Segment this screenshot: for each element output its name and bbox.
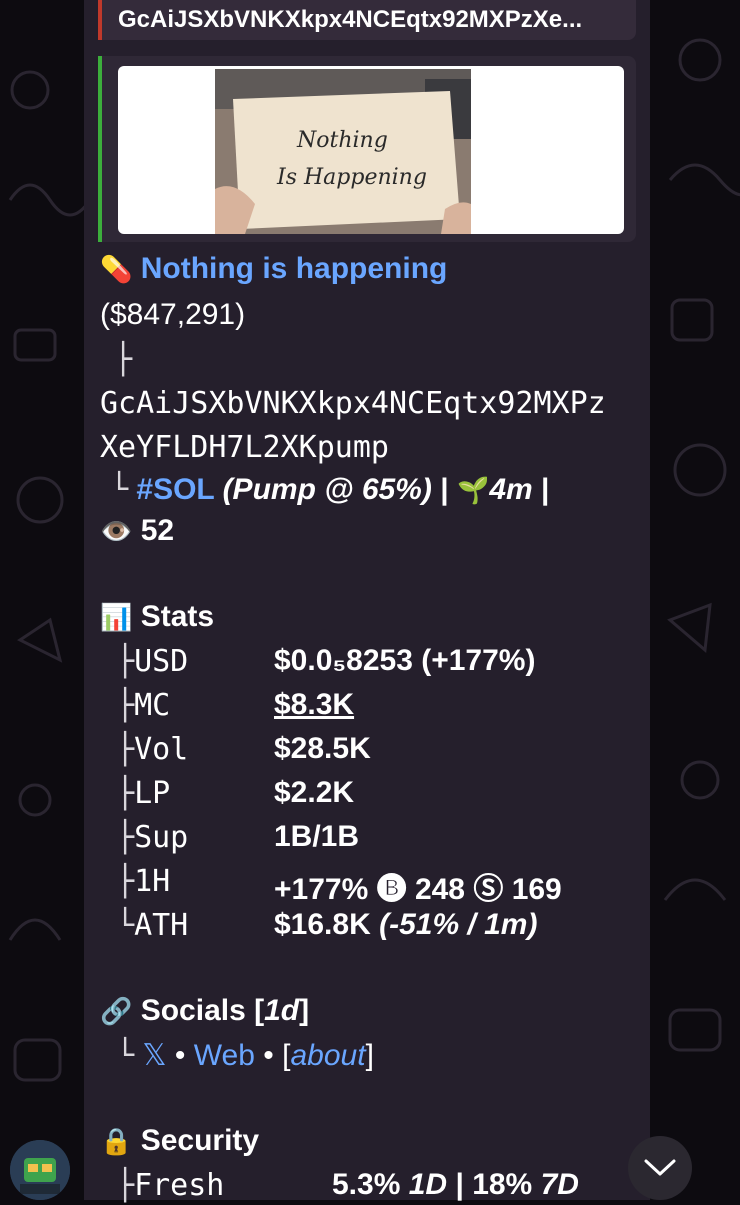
link-icon: 🔗 [100,996,133,1026]
change-1h: +177% [274,873,369,906]
pill-icon: 💊 [100,254,133,284]
stat-key: Sup [134,820,189,855]
tree-branch-meta: └ [110,472,129,507]
tree-branch: ├ [116,732,135,767]
reply-quote-text: GcAiJSXbVNKXkpx4NCEqtx92MXPzXe... [118,6,583,33]
stat-value: $0.0₅8253 (+177%) [274,644,536,677]
stats-row-mc: ├MC $8.3K [116,688,636,723]
token-address-line1[interactable]: GcAiJSXbVNKXkpx4NCEqtx92MXPz [100,386,606,421]
stats-row-vol: ├Vol $28.5K [116,732,636,767]
token-meta-line: └ #SOL (Pump @ 65%) | 🌱4m | [110,472,549,507]
buys-icon: 🅑 [376,873,407,906]
token-price-line: ($847,291) [100,298,246,331]
web-link[interactable]: Web [194,1039,255,1072]
stat-key: MC [134,688,171,723]
security-value: 5.3% 1D | 18% 7D [332,1168,579,1202]
chevron-down-icon [644,1159,676,1176]
bullet-separator: • [263,1039,274,1072]
stat-value: 1B/1B [274,820,360,853]
tree-branch: ├ [116,820,135,855]
stat-value: $2.2K [274,776,355,809]
security-header: 🔒 Security [100,1124,259,1158]
pump-suffix: ) [421,473,432,506]
bar-chart-icon: 📊 [100,602,133,632]
tree-branch: ├ [116,776,135,811]
tree-branch: └ [116,1038,135,1073]
sells-icon: Ⓢ [473,873,504,906]
fresh-7d-label: 7D [540,1168,579,1201]
token-address-line2[interactable]: XeYFLDH7L2XKpump [100,430,389,465]
stats-row-ath: └ATH $16.8K (-51% / 1m) [116,908,636,943]
token-header: 💊 Nothing is happening [100,252,447,286]
preview-photo-line1: Nothing [296,128,388,153]
views-count: 52 [140,514,175,547]
separator: | [440,473,449,506]
socials-age: 1d [264,994,300,1027]
stat-key: LP [134,776,171,811]
reply-quote[interactable]: GcAiJSXbVNKXkpx4NCEqtx92MXPzXe... [98,0,636,40]
stat-key: USD [134,644,189,679]
buys-count: 248 [414,873,465,906]
security-row-fresh: ├Fresh 5.3% 1D | 18% 7D [116,1168,636,1203]
stat-value-ath: $16.8K (-51% / 1m) [274,908,537,942]
fresh-1d-label: 1D [408,1168,448,1201]
stat-value-mc-link[interactable]: $8.3K [274,688,354,722]
preview-photo[interactable]: Nothing Is Happening [215,69,471,234]
x-link[interactable]: 𝕏 [142,1039,166,1072]
pump-percent: 65% [361,473,422,506]
stat-value-1h: +177% 🅑 248 Ⓢ 169 [274,864,562,908]
stat-key: Vol [134,732,189,767]
security-key: Fresh [134,1168,225,1203]
stats-title: Stats [140,600,215,633]
tree-branch: ├ [116,1168,135,1203]
token-age: 4m [489,473,533,506]
sells-count: 169 [511,873,562,906]
separator: | [455,1168,464,1201]
ath-value: $16.8K [274,908,371,941]
stats-row-usd: ├USD $0.0₅8253 (+177%) [116,644,636,679]
token-name-link[interactable]: Nothing is happening [141,252,448,285]
views-line: 👁️ 52 [100,514,174,548]
socials-header: 🔗 Socials [1d] [100,994,309,1028]
link-preview[interactable]: Nothing Is Happening [98,56,636,242]
stat-value: $28.5K [274,732,371,765]
scroll-down-button[interactable] [628,1136,692,1200]
about-link[interactable]: about [290,1039,365,1072]
bullet-separator: • [174,1039,186,1072]
ath-change: (-51% / 1m) [379,908,538,941]
fresh-7d: 18% [472,1168,533,1201]
eye-icon: 👁️ [100,516,133,546]
stats-row-lp: ├LP $2.2K [116,776,636,811]
socials-title: Socials [ [140,994,265,1027]
separator: | [541,473,550,506]
link-preview-image-frame: Nothing Is Happening [118,66,624,234]
socials-links: └ 𝕏 • Web • [about] [116,1038,374,1073]
chain-tag-link[interactable]: #SOL [136,473,214,506]
bot-avatar[interactable] [10,1140,70,1200]
fresh-1d: 5.3% [332,1168,401,1201]
stats-header: 📊 Stats [100,600,214,634]
bracket: ] [365,1039,374,1072]
tree-branch: ├ [116,864,135,899]
tree-branch: ├ [116,688,135,723]
tree-branch: └ [116,908,135,943]
tree-branch: ├ [116,644,135,679]
stat-key: 1H [134,864,171,899]
preview-photo-line2: Is Happening [276,165,427,190]
stats-row-1h: ├1H +177% 🅑 248 Ⓢ 169 [116,864,636,906]
socials-title-end: ] [299,994,310,1027]
stats-row-sup: ├Sup 1B/1B [116,820,636,855]
lock-icon: 🔒 [100,1126,133,1156]
pump-prefix: (Pump @ [222,473,362,506]
security-title: Security [140,1124,260,1157]
seedling-icon: 🌱 [456,475,490,505]
tree-branch-top: ├ [114,342,133,377]
stat-key: ATH [134,908,189,943]
